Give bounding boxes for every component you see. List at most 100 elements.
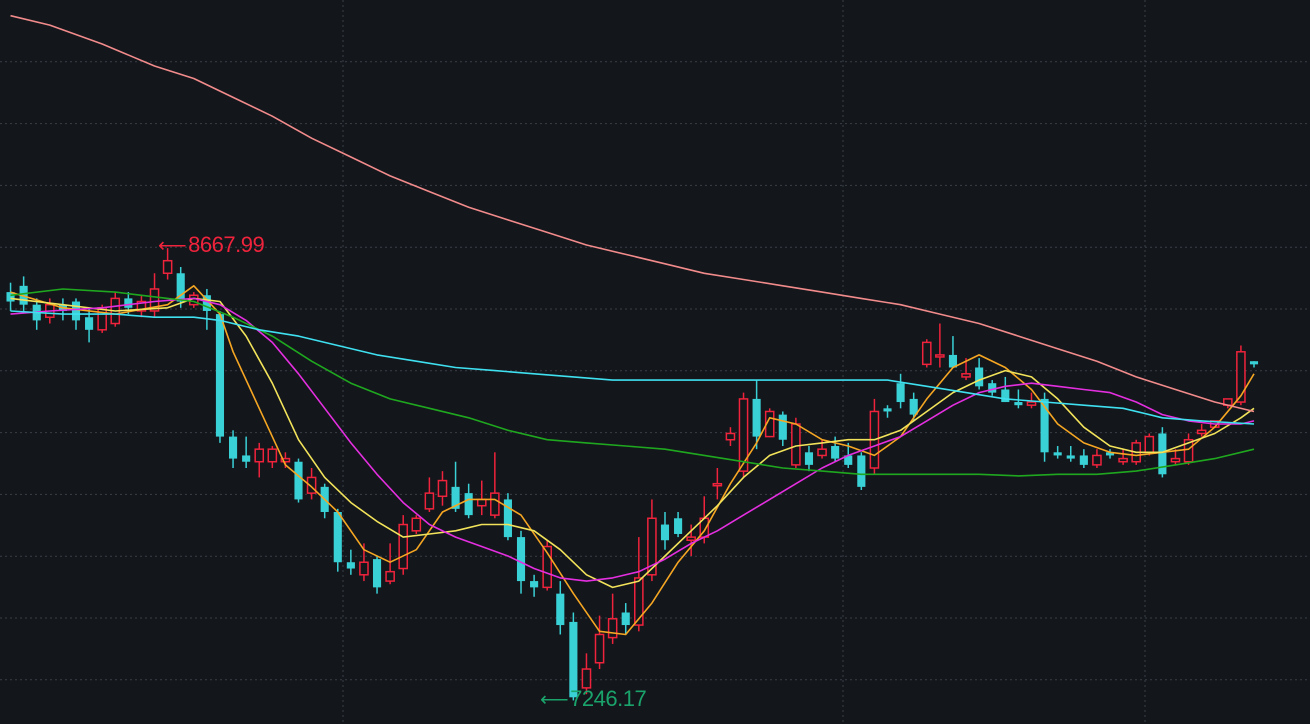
left-arrow-icon: ⟵ bbox=[540, 689, 569, 711]
candle bbox=[935, 323, 945, 368]
candle-body bbox=[712, 482, 723, 487]
candle bbox=[660, 511, 670, 550]
candle-body bbox=[621, 612, 630, 626]
candle bbox=[804, 446, 814, 472]
candle-body bbox=[162, 259, 173, 275]
candle bbox=[136, 295, 147, 318]
candle-body bbox=[1026, 401, 1037, 406]
candle-body bbox=[1249, 361, 1259, 365]
ma20-line bbox=[10, 297, 1255, 582]
candle-body bbox=[1001, 389, 1010, 403]
low-price-value: 7246.17 bbox=[570, 686, 647, 711]
candle-body bbox=[594, 633, 605, 664]
candle bbox=[896, 373, 905, 409]
candle bbox=[372, 555, 382, 594]
candle-body bbox=[791, 423, 801, 466]
candle-body bbox=[229, 436, 238, 459]
candle-body bbox=[424, 492, 435, 510]
candle bbox=[1118, 449, 1128, 465]
candle-body bbox=[1196, 429, 1207, 435]
candle bbox=[437, 471, 448, 506]
candle bbox=[215, 310, 225, 443]
candle-body bbox=[975, 367, 984, 387]
candle bbox=[476, 480, 487, 516]
candle-body bbox=[817, 448, 827, 457]
candle bbox=[490, 452, 500, 519]
candle bbox=[242, 436, 251, 469]
grid-lines bbox=[0, 0, 1310, 724]
candlestick-chart: ⟵ 8667.99 ⟵7246.17 bbox=[0, 0, 1310, 724]
candle-body bbox=[556, 593, 565, 626]
candle-body bbox=[1144, 435, 1155, 454]
candle bbox=[607, 593, 618, 644]
candle bbox=[1249, 361, 1259, 368]
high-price-value: 8667.99 bbox=[188, 232, 265, 257]
candle-body bbox=[346, 562, 355, 569]
candle bbox=[621, 603, 630, 635]
ma10-line bbox=[10, 297, 1255, 589]
candle bbox=[333, 508, 342, 572]
candle-body bbox=[935, 354, 945, 358]
candle bbox=[634, 537, 644, 632]
candle bbox=[149, 273, 160, 318]
candle-body bbox=[490, 492, 500, 516]
candle bbox=[32, 298, 41, 330]
chart-canvas bbox=[0, 0, 1310, 724]
candle bbox=[869, 398, 880, 475]
candle-body bbox=[294, 461, 303, 500]
candle bbox=[556, 581, 565, 635]
candle-body bbox=[71, 301, 81, 321]
moving-average-lines bbox=[10, 14, 1255, 636]
candle bbox=[1066, 446, 1075, 462]
candle-body bbox=[883, 408, 892, 412]
candle bbox=[725, 427, 736, 447]
candle bbox=[294, 458, 303, 503]
candle-body bbox=[411, 517, 422, 532]
candle-body bbox=[97, 307, 107, 331]
candle bbox=[921, 339, 932, 368]
candle bbox=[85, 307, 94, 343]
candle bbox=[398, 515, 409, 575]
candle bbox=[1196, 424, 1207, 437]
candle-body bbox=[831, 446, 840, 459]
candle-body bbox=[725, 432, 736, 441]
low-price-annotation: ⟵7246.17 bbox=[540, 686, 647, 712]
candle-body bbox=[1092, 454, 1102, 466]
candle-body bbox=[660, 524, 670, 541]
candle bbox=[320, 483, 329, 519]
candle bbox=[1053, 446, 1062, 459]
candle-body bbox=[909, 398, 918, 415]
candle bbox=[948, 336, 958, 368]
candle bbox=[1092, 449, 1102, 469]
ma120-line bbox=[10, 310, 1255, 425]
candle-body bbox=[1118, 457, 1128, 463]
candle-body bbox=[778, 414, 787, 440]
candle bbox=[202, 288, 211, 330]
candle-body bbox=[398, 523, 409, 570]
candle bbox=[686, 524, 696, 556]
candle bbox=[674, 511, 683, 538]
candle-body bbox=[857, 455, 866, 487]
candle-body bbox=[124, 298, 133, 308]
candle-body bbox=[333, 511, 342, 563]
candle-body bbox=[1066, 455, 1075, 459]
candle-body bbox=[359, 561, 369, 576]
candle bbox=[346, 549, 355, 575]
candle-body bbox=[607, 618, 618, 639]
candle bbox=[6, 282, 15, 311]
candle-body bbox=[215, 314, 225, 437]
candle bbox=[530, 574, 539, 597]
candle bbox=[975, 358, 984, 390]
candle bbox=[424, 477, 435, 512]
candle-body bbox=[516, 537, 526, 582]
candle-body bbox=[686, 536, 696, 542]
candle bbox=[254, 442, 265, 478]
candle-body bbox=[242, 455, 251, 462]
candle bbox=[411, 515, 422, 534]
candle bbox=[503, 493, 512, 541]
candle-body bbox=[738, 398, 749, 472]
candle bbox=[778, 411, 787, 447]
candle-body bbox=[988, 383, 997, 393]
candle-body bbox=[476, 498, 487, 507]
candle-body bbox=[921, 341, 932, 366]
